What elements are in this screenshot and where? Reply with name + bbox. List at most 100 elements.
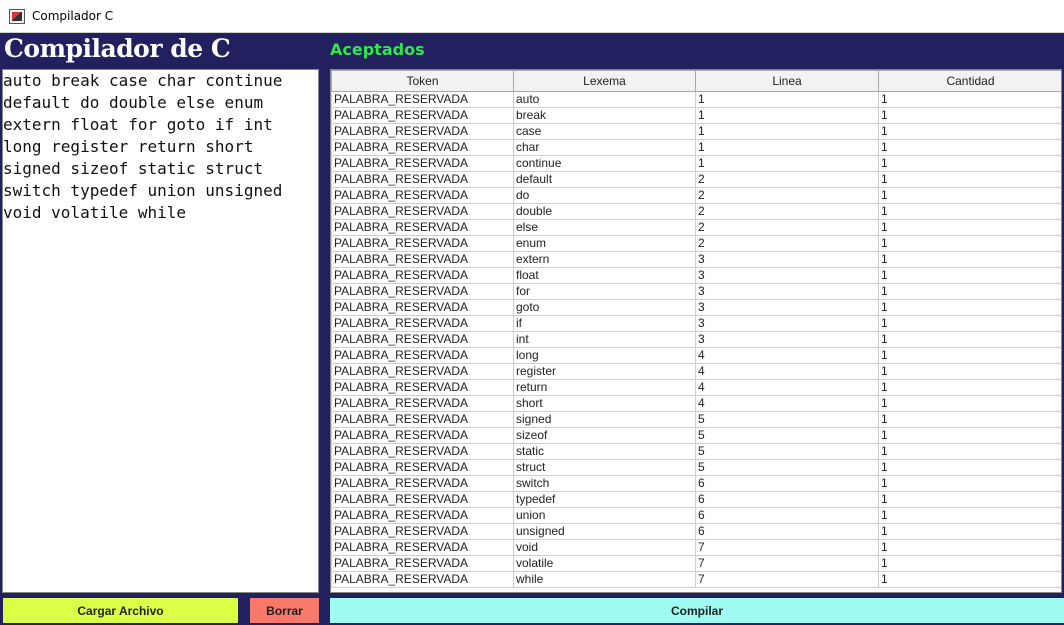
cell-cantidad: 1: [878, 363, 1061, 380]
cell-lexema: return: [513, 379, 696, 396]
cell-cantidad: 1: [878, 555, 1061, 572]
table-row[interactable]: PALABRA_RESERVADA typedef 6 1: [331, 491, 1061, 508]
table-row[interactable]: PALABRA_RESERVADA unsigned 6 1: [331, 523, 1061, 540]
cell-linea: 1: [695, 139, 879, 156]
cell-cantidad: 1: [878, 251, 1061, 268]
table-row[interactable]: PALABRA_RESERVADA while 7 1: [331, 571, 1061, 588]
cell-linea: 5: [695, 411, 879, 428]
cell-cantidad: 1: [878, 379, 1061, 396]
column-header-linea[interactable]: Linea: [695, 70, 879, 92]
compile-button[interactable]: Compilar: [330, 598, 1064, 623]
cell-linea: 1: [695, 123, 879, 140]
cell-token: PALABRA_RESERVADA: [331, 299, 514, 316]
cell-linea: 3: [695, 299, 879, 316]
cell-linea: 6: [695, 523, 879, 540]
cell-token: PALABRA_RESERVADA: [331, 107, 514, 124]
load-file-button[interactable]: Cargar Archivo: [3, 598, 238, 623]
table-row[interactable]: PALABRA_RESERVADA struct 5 1: [331, 459, 1061, 476]
editor-heading: Compilador de C: [4, 34, 231, 63]
cell-token: PALABRA_RESERVADA: [331, 379, 514, 396]
cell-token: PALABRA_RESERVADA: [331, 187, 514, 204]
table-row[interactable]: PALABRA_RESERVADA int 3 1: [331, 331, 1061, 348]
cell-token: PALABRA_RESERVADA: [331, 491, 514, 508]
table-row[interactable]: PALABRA_RESERVADA void 7 1: [331, 539, 1061, 556]
table-row[interactable]: PALABRA_RESERVADA default 2 1: [331, 171, 1061, 188]
cell-lexema: auto: [513, 91, 696, 108]
cell-cantidad: 1: [878, 459, 1061, 476]
cell-cantidad: 1: [878, 91, 1061, 108]
table-row[interactable]: PALABRA_RESERVADA auto 1 1: [331, 91, 1061, 108]
cell-cantidad: 1: [878, 475, 1061, 492]
table-row[interactable]: PALABRA_RESERVADA if 3 1: [331, 315, 1061, 332]
table-row[interactable]: PALABRA_RESERVADA float 3 1: [331, 267, 1061, 284]
table-row[interactable]: PALABRA_RESERVADA do 2 1: [331, 187, 1061, 204]
table-row[interactable]: PALABRA_RESERVADA sizeof 5 1: [331, 427, 1061, 444]
cell-token: PALABRA_RESERVADA: [331, 203, 514, 220]
table-row[interactable]: PALABRA_RESERVADA case 1 1: [331, 123, 1061, 140]
cell-cantidad: 1: [878, 187, 1061, 204]
cell-cantidad: 1: [878, 571, 1061, 588]
table-row[interactable]: PALABRA_RESERVADA else 2 1: [331, 219, 1061, 236]
table-row[interactable]: PALABRA_RESERVADA static 5 1: [331, 443, 1061, 460]
cell-lexema: short: [513, 395, 696, 412]
table-row[interactable]: PALABRA_RESERVADA long 4 1: [331, 347, 1061, 364]
clear-button[interactable]: Borrar: [250, 598, 319, 623]
cell-token: PALABRA_RESERVADA: [331, 155, 514, 172]
cell-lexema: long: [513, 347, 696, 364]
cell-cantidad: 1: [878, 267, 1061, 284]
cell-lexema: else: [513, 219, 696, 236]
cell-lexema: signed: [513, 411, 696, 428]
table-row[interactable]: PALABRA_RESERVADA register 4 1: [331, 363, 1061, 380]
cell-token: PALABRA_RESERVADA: [331, 347, 514, 364]
cell-lexema: void: [513, 539, 696, 556]
cell-cantidad: 1: [878, 107, 1061, 124]
table-row[interactable]: PALABRA_RESERVADA break 1 1: [331, 107, 1061, 124]
window-titlebar: Compilador C: [0, 0, 1064, 33]
cell-cantidad: 1: [878, 171, 1061, 188]
cell-lexema: case: [513, 123, 696, 140]
column-header-lexema[interactable]: Lexema: [513, 70, 696, 92]
cell-linea: 3: [695, 315, 879, 332]
table-row[interactable]: PALABRA_RESERVADA enum 2 1: [331, 235, 1061, 252]
cell-token: PALABRA_RESERVADA: [331, 139, 514, 156]
cell-cantidad: 1: [878, 523, 1061, 540]
column-header-cantidad[interactable]: Cantidad: [878, 70, 1061, 92]
table-row[interactable]: PALABRA_RESERVADA extern 3 1: [331, 251, 1061, 268]
table-row[interactable]: PALABRA_RESERVADA return 4 1: [331, 379, 1061, 396]
cell-token: PALABRA_RESERVADA: [331, 123, 514, 140]
table-row[interactable]: PALABRA_RESERVADA short 4 1: [331, 395, 1061, 412]
cell-token: PALABRA_RESERVADA: [331, 459, 514, 476]
cell-lexema: if: [513, 315, 696, 332]
table-row[interactable]: PALABRA_RESERVADA for 3 1: [331, 283, 1061, 300]
table-row[interactable]: PALABRA_RESERVADA switch 6 1: [331, 475, 1061, 492]
cell-cantidad: 1: [878, 139, 1061, 156]
table-row[interactable]: PALABRA_RESERVADA signed 5 1: [331, 411, 1061, 428]
table-header-row: Token Lexema Linea Cantidad: [331, 70, 1061, 92]
cell-token: PALABRA_RESERVADA: [331, 571, 514, 588]
table-row[interactable]: PALABRA_RESERVADA double 2 1: [331, 203, 1061, 220]
cell-token: PALABRA_RESERVADA: [331, 331, 514, 348]
column-header-token[interactable]: Token: [331, 70, 514, 92]
cell-token: PALABRA_RESERVADA: [331, 91, 514, 108]
cell-token: PALABRA_RESERVADA: [331, 219, 514, 236]
table-row[interactable]: PALABRA_RESERVADA continue 1 1: [331, 155, 1061, 172]
cell-cantidad: 1: [878, 235, 1061, 252]
cell-linea: 2: [695, 171, 879, 188]
cell-linea: 7: [695, 539, 879, 556]
table-row[interactable]: PALABRA_RESERVADA union 6 1: [331, 507, 1061, 524]
tokens-table-panel[interactable]: Token Lexema Linea Cantidad PALABRA_RESE…: [330, 69, 1062, 593]
cell-token: PALABRA_RESERVADA: [331, 395, 514, 412]
cell-token: PALABRA_RESERVADA: [331, 523, 514, 540]
source-code-editor[interactable]: auto break case char continue default do…: [2, 69, 319, 593]
cell-token: PALABRA_RESERVADA: [331, 539, 514, 556]
table-row[interactable]: PALABRA_RESERVADA volatile 7 1: [331, 555, 1061, 572]
cell-linea: 1: [695, 91, 879, 108]
cell-linea: 7: [695, 555, 879, 572]
cell-token: PALABRA_RESERVADA: [331, 427, 514, 444]
cell-lexema: typedef: [513, 491, 696, 508]
cell-token: PALABRA_RESERVADA: [331, 251, 514, 268]
table-row[interactable]: PALABRA_RESERVADA goto 3 1: [331, 299, 1061, 316]
table-row[interactable]: PALABRA_RESERVADA char 1 1: [331, 139, 1061, 156]
cell-lexema: double: [513, 203, 696, 220]
cell-token: PALABRA_RESERVADA: [331, 315, 514, 332]
